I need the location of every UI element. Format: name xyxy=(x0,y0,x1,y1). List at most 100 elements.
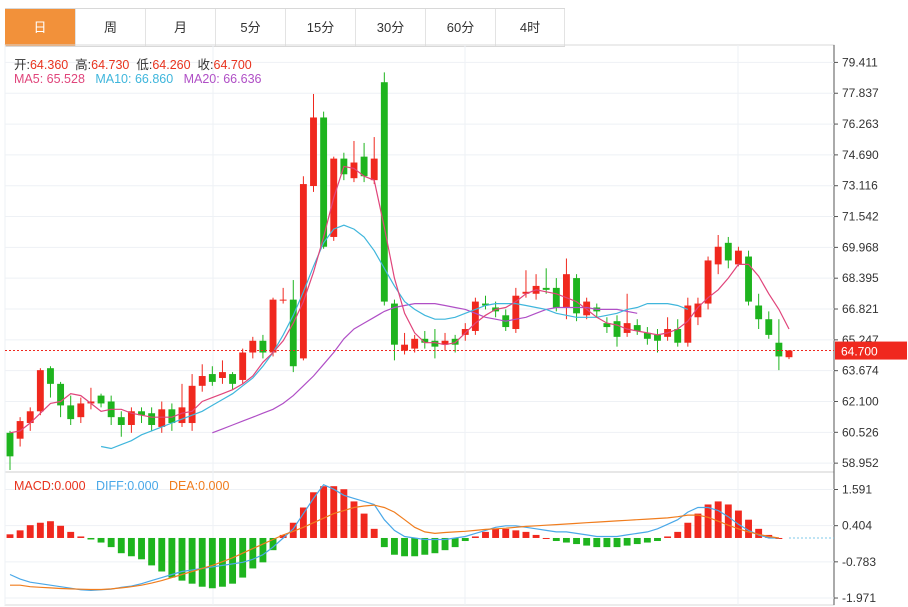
macd-bar-9 xyxy=(97,537,105,543)
macd-tick-label-3: -1.971 xyxy=(842,591,876,605)
macd-bar-24 xyxy=(249,537,257,569)
macd-bar-20 xyxy=(208,537,216,589)
macd-bar-0 xyxy=(6,534,14,538)
macd-bar-54 xyxy=(552,537,560,542)
macd-bar-69 xyxy=(704,504,712,538)
macd-bar-62 xyxy=(633,537,641,545)
macd-bar-4 xyxy=(47,521,54,538)
price-tick-label-8: 66.821 xyxy=(842,302,879,316)
diff-label: DIFF: xyxy=(95,479,128,493)
candle-body-67 xyxy=(684,305,692,343)
macd-bar-46 xyxy=(471,536,479,538)
ma5-line xyxy=(9,165,790,434)
candle-body-40 xyxy=(411,338,419,349)
macd-bar-57 xyxy=(583,537,591,546)
macd-bar-71 xyxy=(724,504,732,538)
kline-chart: 79.411 77.837 76.263 74.690 73.116 71.542 69.9… xyxy=(4,44,907,606)
macd-bar-25 xyxy=(259,537,267,563)
candle-body-77 xyxy=(785,350,793,358)
ma20-label: MA20: xyxy=(183,72,220,86)
macd-info: MACD:0.000 DIFF:0.000 DEA:0.000 xyxy=(14,479,229,493)
ma10-value: 66.860 xyxy=(134,72,174,86)
macd-bar-45 xyxy=(461,537,469,542)
macd-bar-52 xyxy=(532,534,540,538)
macd-tick-label-2: -0.783 xyxy=(842,555,876,569)
candle-body-30 xyxy=(310,117,317,187)
candle-body-75 xyxy=(765,319,773,335)
macd-bar-48 xyxy=(492,528,500,538)
macd-bar-31 xyxy=(320,486,328,538)
macd-bar-15 xyxy=(158,537,166,572)
diff-value: 0.000 xyxy=(127,479,159,493)
macd-bar-60 xyxy=(613,537,621,548)
macd-bar-1 xyxy=(16,530,24,538)
macd-bar-14 xyxy=(148,537,156,566)
candle-body-72 xyxy=(734,250,742,265)
ma5-value: 65.528 xyxy=(46,72,85,86)
candle-body-20 xyxy=(208,374,216,382)
open-value: 64.360 xyxy=(29,58,69,72)
candle-body-64 xyxy=(654,334,661,341)
macd-bar-59 xyxy=(603,537,611,548)
candle-body-15 xyxy=(158,409,166,427)
candle-body-35 xyxy=(360,156,368,177)
macd-bar-22 xyxy=(229,537,237,584)
diff-line xyxy=(9,483,779,592)
candle-body-22 xyxy=(229,374,237,384)
close-label: 收: xyxy=(197,58,214,72)
macd-bar-6 xyxy=(67,531,75,538)
price-tick-label-6: 69.968 xyxy=(842,240,879,254)
candle-body-39 xyxy=(401,344,408,351)
macd-bar-41 xyxy=(421,537,429,555)
price-tick-label-4: 73.116 xyxy=(842,179,878,193)
macd-bar-58 xyxy=(593,537,601,548)
price-tick-label-10: 63.674 xyxy=(842,364,879,378)
candle-body-7 xyxy=(77,403,85,418)
ohlc-info: 开:64.360 高:64.730 低:64.260 收:64.700 xyxy=(14,54,252,73)
macd-bar-37 xyxy=(380,537,388,548)
candle-body-73 xyxy=(745,256,752,302)
candle-body-76 xyxy=(775,342,783,357)
candle-body-46 xyxy=(471,301,479,331)
macd-bar-40 xyxy=(411,537,419,557)
candle-body-55 xyxy=(562,274,570,308)
price-tick-label-12: 60.526 xyxy=(842,425,879,439)
macd-bar-39 xyxy=(401,537,408,557)
price-tick-label-0: 79.411 xyxy=(842,55,878,69)
candle-body-50 xyxy=(512,295,520,330)
macd-bar-64 xyxy=(654,537,661,542)
macd-bar-65 xyxy=(664,536,672,538)
macd-bar-10 xyxy=(107,537,115,548)
macd-bar-55 xyxy=(562,537,570,543)
candle-body-3 xyxy=(36,370,44,412)
macd-bar-47 xyxy=(482,531,489,538)
candle-body-66 xyxy=(674,329,682,343)
macd-bar-50 xyxy=(512,530,520,538)
ma10-label: MA10: xyxy=(95,72,132,86)
macd-bar-11 xyxy=(117,537,125,554)
macd-bar-8 xyxy=(87,537,95,540)
macd-bar-68 xyxy=(694,513,702,538)
macd-bar-36 xyxy=(370,528,378,538)
macd-tick-label-0: 1.591 xyxy=(842,483,872,497)
low-label: 低: xyxy=(136,58,153,72)
candle-body-23 xyxy=(239,352,247,380)
ma-info: MA5: 65.528 MA10: 66.860 MA20: 66.636 xyxy=(14,72,261,86)
candle-body-38 xyxy=(391,303,398,345)
close-value: 64.700 xyxy=(213,58,252,72)
last-price-label: 64.700 xyxy=(841,345,878,359)
high-value: 64.730 xyxy=(91,58,130,72)
candle-body-19 xyxy=(198,376,206,386)
macd-bar-7 xyxy=(77,536,85,538)
macd-bar-49 xyxy=(502,528,510,538)
macd-bar-5 xyxy=(57,525,65,538)
candle-body-54 xyxy=(552,287,560,308)
price-tick-label-2: 76.263 xyxy=(842,117,879,131)
macd-bar-67 xyxy=(684,522,692,538)
macd-bar-66 xyxy=(674,531,682,538)
macd-bar-29 xyxy=(299,507,307,538)
macd-tick-label-1: 0.404 xyxy=(842,519,872,533)
candle-body-36 xyxy=(370,158,378,181)
ma20-value: 66.636 xyxy=(223,72,262,86)
macd-bar-13 xyxy=(138,537,145,560)
